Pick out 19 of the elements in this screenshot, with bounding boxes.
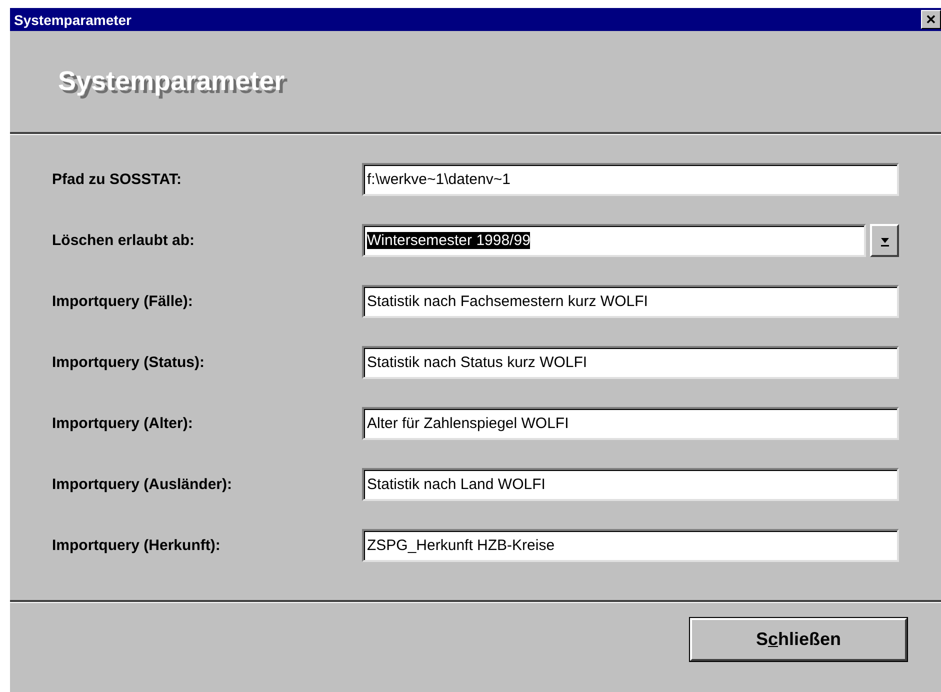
close-dialog-button[interactable]: Schließen — [690, 618, 907, 661]
field-label: Pfad zu SOSSTAT: — [52, 171, 182, 188]
input-field[interactable]: Statistik nach Status kurz WOLFI — [362, 346, 899, 379]
field-label: Importquery (Status): — [52, 354, 206, 371]
field-label: Importquery (Ausländer): — [52, 476, 234, 493]
input-field[interactable]: Statistik nach Land WOLFI — [362, 468, 899, 501]
input-field[interactable]: ZSPG_Herkunft HZB-Kreise — [362, 529, 899, 562]
field-label: Importquery (Herkunft): — [52, 537, 222, 554]
close-button[interactable]: ✕ — [921, 10, 941, 29]
dropdown-field[interactable]: Wintersemester 1998/99 — [362, 224, 866, 257]
dropdown-button[interactable] — [870, 224, 899, 257]
field-label: Importquery (Fälle): — [52, 293, 194, 310]
window-title: Systemparameter — [14, 12, 132, 28]
input-field[interactable]: f:\werkve~1\datenv~1 — [362, 163, 899, 196]
field-label: Löschen erlaubt ab: — [52, 232, 196, 249]
field-label: Importquery (Alter): — [52, 415, 194, 432]
input-field[interactable]: Statistik nach Fachsemestern kurz WOLFI — [362, 285, 899, 318]
input-field[interactable]: Alter für Zahlenspiegel WOLFI — [362, 407, 899, 440]
dialog-heading: Systemparameter — [58, 66, 285, 97]
